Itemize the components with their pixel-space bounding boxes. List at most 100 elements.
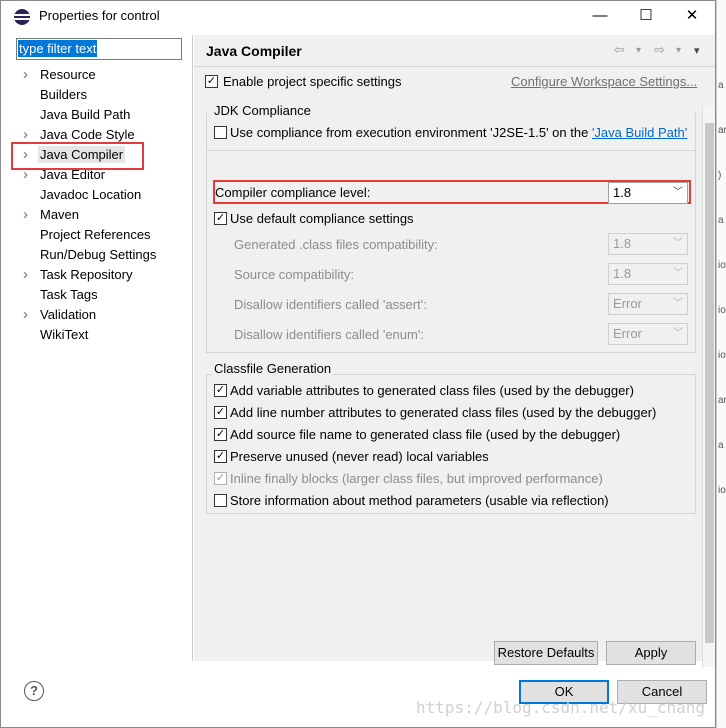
classfile-option-checkbox[interactable]: ✓ xyxy=(214,428,227,441)
tree-item-label: WikiText xyxy=(40,327,89,342)
chevron-right-icon[interactable]: › xyxy=(23,305,35,325)
tree-item[interactable]: › Task Repository xyxy=(11,265,191,285)
compliance-level-label: Compiler compliance level: xyxy=(215,185,371,200)
jdk-option-value: 1.8 xyxy=(613,236,632,251)
use-default-compliance-label: Use default compliance settings xyxy=(230,211,414,226)
chevron-down-icon: ﹀ xyxy=(673,238,683,249)
vertical-scrollbar[interactable] xyxy=(702,107,715,667)
apply-button[interactable]: Apply xyxy=(606,641,696,665)
page-content: ✓ Enable project specific settings Confi… xyxy=(194,67,715,667)
title-bar[interactable]: Properties for control — ☐ ✕ xyxy=(1,1,715,31)
background-text-fragment: io xyxy=(718,350,726,361)
tree-item[interactable]: WikiText xyxy=(11,325,191,345)
tree-item-label: Run/Debug Settings xyxy=(40,247,157,262)
tree-item-label: Java Code Style xyxy=(40,127,135,142)
settings-pane: Java Compiler ⇦ ▾ ⇨ ▾ ▾ ✓ Enable project… xyxy=(194,35,715,667)
tree-item-label: Maven xyxy=(40,207,80,222)
jdk-option-label: Source compatibility: xyxy=(234,267,354,282)
compliance-level-select[interactable]: 1.8 ﹀ xyxy=(608,182,688,204)
jdk-option-label: Generated .class files compatibility: xyxy=(234,237,438,252)
use-env-compliance-label: Use compliance from execution environmen… xyxy=(230,125,688,140)
jdk-option-value: Error xyxy=(613,296,642,311)
chevron-right-icon[interactable]: › xyxy=(23,265,35,285)
background-window-strip: a ar) a io io io ar a io xyxy=(716,0,726,728)
classfile-option-label: Add source file name to generated class … xyxy=(230,427,621,442)
scrollbar-thumb[interactable] xyxy=(705,123,714,643)
jdk-option-select[interactable]: Error ﹀ xyxy=(608,323,688,345)
classfile-option-label: Inline finally blocks (larger class file… xyxy=(230,471,603,486)
tree-item[interactable]: › Validation xyxy=(11,305,191,325)
forward-arrow-icon[interactable]: ⇨ xyxy=(654,42,665,58)
help-icon[interactable]: ? xyxy=(24,681,44,701)
jdk-option-label: Disallow identifiers called 'enum': xyxy=(234,327,424,342)
tree-item[interactable]: Java Build Path xyxy=(11,105,191,125)
forward-dropdown-icon[interactable]: ▾ xyxy=(676,45,681,56)
background-text-fragment: io xyxy=(718,485,726,496)
classfile-option-label: Preserve unused (never read) local varia… xyxy=(230,449,489,464)
tree-item-label: Builders xyxy=(40,87,87,102)
tree-item[interactable]: Task Tags xyxy=(11,285,191,305)
tree-item[interactable]: Project References xyxy=(11,225,191,245)
view-menu-icon[interactable]: ▾ xyxy=(694,44,700,57)
background-text-fragment: ) xyxy=(718,170,722,181)
tree-item[interactable]: › Resource xyxy=(11,65,191,85)
tree-item-label: Resource xyxy=(40,67,96,82)
chevron-down-icon: ﹀ xyxy=(673,298,683,309)
tree-item-label: Validation xyxy=(40,307,97,322)
classfile-option-label: Add variable attributes to generated cla… xyxy=(230,383,634,398)
minimize-button[interactable]: — xyxy=(577,1,623,31)
background-text-fragment: ar xyxy=(718,395,726,406)
highlight-java-compiler xyxy=(11,142,144,170)
properties-dialog: Properties for control — ☐ ✕ type filter… xyxy=(0,0,716,728)
background-text-fragment: a xyxy=(718,215,724,226)
filter-input[interactable]: type filter text xyxy=(16,38,182,60)
close-button[interactable]: ✕ xyxy=(669,1,715,31)
back-dropdown-icon[interactable]: ▾ xyxy=(636,45,641,56)
tree-item-label: Javadoc Location xyxy=(40,187,142,202)
chevron-down-icon: ﹀ xyxy=(673,328,683,339)
eclipse-icon xyxy=(14,9,30,25)
configure-workspace-link[interactable]: Configure Workspace Settings... xyxy=(511,74,697,89)
tree-item[interactable]: Builders xyxy=(11,85,191,105)
classfile-option-label: Add line number attributes to generated … xyxy=(230,405,657,420)
page-title: Java Compiler xyxy=(206,43,302,59)
classfile-option-checkbox[interactable]: ✓ xyxy=(214,472,227,485)
java-build-path-link[interactable]: 'Java Build Path' xyxy=(592,125,687,140)
background-text-fragment: a xyxy=(718,440,724,451)
compliance-level-value: 1.8 xyxy=(613,185,632,200)
enable-project-settings-checkbox[interactable]: ✓ xyxy=(205,75,218,88)
jdk-option-value: Error xyxy=(613,326,642,341)
classfile-option-checkbox[interactable]: ✓ xyxy=(214,450,227,463)
jdk-option-value: 1.8 xyxy=(613,266,632,281)
classfile-option-checkbox[interactable] xyxy=(214,494,227,507)
background-text-fragment: io xyxy=(718,305,726,316)
enable-project-settings-label: Enable project specific settings xyxy=(223,74,402,89)
chevron-right-icon[interactable]: › xyxy=(23,205,35,225)
tree-item[interactable]: Javadoc Location xyxy=(11,185,191,205)
page-header: Java Compiler ⇦ ▾ ⇨ ▾ ▾ xyxy=(194,35,715,67)
jdk-option-select[interactable]: 1.8 ﹀ xyxy=(608,263,688,285)
tree-item[interactable]: › Maven xyxy=(11,205,191,225)
tree-item-label: Java Build Path xyxy=(40,107,131,122)
background-text-fragment: ar xyxy=(718,125,726,136)
jdk-option-select[interactable]: 1.8 ﹀ xyxy=(608,233,688,255)
category-pane: type filter text › Resource Builders Java B… xyxy=(11,35,193,661)
chevron-right-icon[interactable]: › xyxy=(23,65,35,85)
chevron-down-icon: ﹀ xyxy=(673,187,683,198)
chevron-down-icon: ﹀ xyxy=(673,268,683,279)
use-default-compliance-checkbox[interactable]: ✓ xyxy=(214,212,227,225)
jdk-option-select[interactable]: Error ﹀ xyxy=(608,293,688,315)
jdk-option-label: Disallow identifiers called 'assert': xyxy=(234,297,427,312)
classfile-option-checkbox[interactable]: ✓ xyxy=(214,384,227,397)
maximize-button[interactable]: ☐ xyxy=(623,1,669,31)
background-text-fragment: a xyxy=(718,80,724,91)
tree-item[interactable]: Run/Debug Settings xyxy=(11,245,191,265)
classfile-option-checkbox[interactable]: ✓ xyxy=(214,406,227,419)
category-tree: › Resource Builders Java Build Path › Java Co… xyxy=(11,65,191,345)
watermark: https://blog.csdn.net/xu_chang xyxy=(416,698,705,717)
classfile-legend: Classfile Generation xyxy=(212,361,334,376)
filter-input-text: type filter text xyxy=(18,40,98,57)
restore-defaults-button[interactable]: Restore Defaults xyxy=(494,641,598,665)
use-env-compliance-checkbox[interactable] xyxy=(214,126,227,139)
back-arrow-icon[interactable]: ⇦ xyxy=(614,42,625,58)
